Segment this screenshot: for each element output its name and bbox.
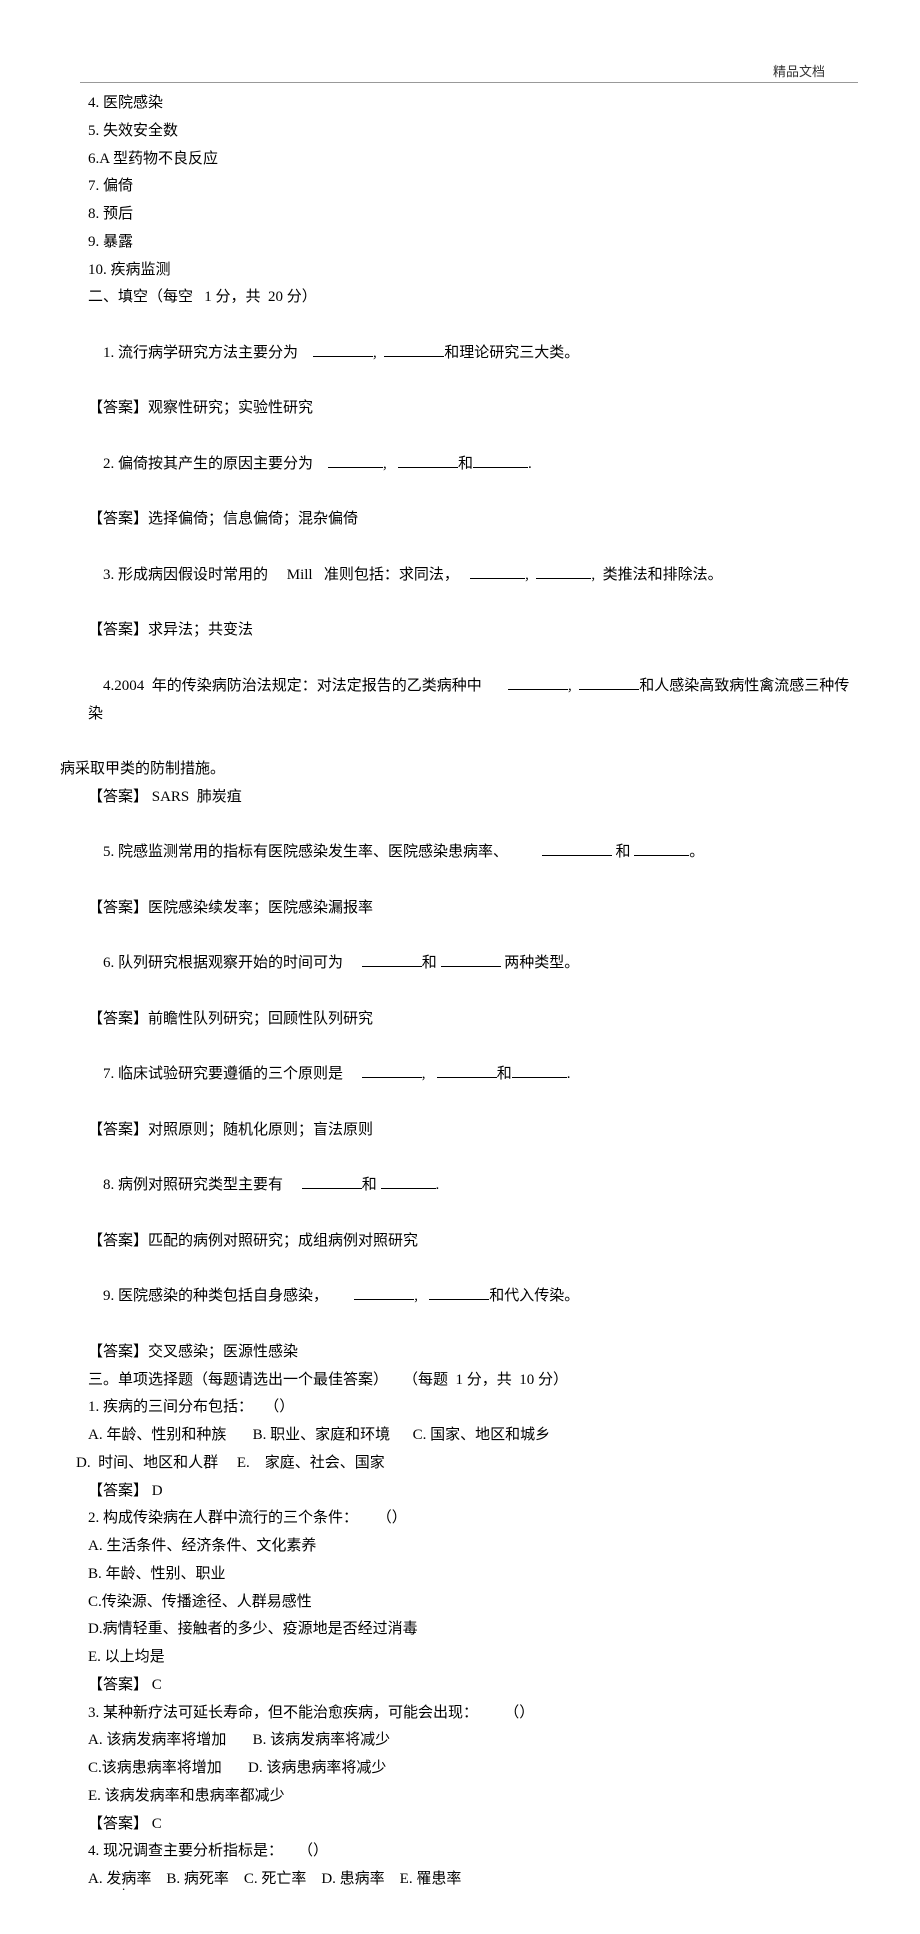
s3-a2: 【答案】 C bbox=[88, 1672, 860, 1700]
text: . bbox=[528, 456, 532, 472]
s3-q4-opts: A. 发病率 B. 病死率 C. 死亡率 D. 患病率 E. 罹患率 bbox=[88, 1866, 860, 1894]
text: , bbox=[414, 1288, 429, 1304]
s2-q1: 1. 流行病学研究方法主要分为 , 和理论研究三大类。 bbox=[88, 312, 860, 395]
s3-q2: 2. 构成传染病在人群中流行的三个条件： （） bbox=[88, 1505, 860, 1533]
q7: 7. 偏倚 bbox=[88, 173, 860, 201]
header-rule bbox=[80, 82, 858, 83]
s3-q2-b: B. 年龄、性别、职业 bbox=[88, 1561, 860, 1589]
blank bbox=[362, 1063, 422, 1078]
text: 和 bbox=[362, 1177, 381, 1193]
s2-q9: 9. 医院感染的种类包括自身感染， , 和代入传染。 bbox=[88, 1256, 860, 1339]
blank bbox=[384, 342, 444, 357]
q4: 4. 医院感染 bbox=[88, 90, 860, 118]
text: 和 bbox=[497, 1066, 512, 1082]
section-2-title: 二、填空（每空 1 分，共 20 分） bbox=[88, 284, 860, 312]
s2-q4: 4.2004 年的传染病防治法规定：对法定报告的乙类病种中 , 和人感染高致病性… bbox=[88, 645, 860, 756]
text: 8. 病例对照研究类型主要有 bbox=[103, 1177, 302, 1193]
s3-a3: 【答案】 C bbox=[88, 1811, 860, 1839]
s2-q7: 7. 临床试验研究要遵循的三个原则是 , 和. bbox=[88, 1034, 860, 1117]
text: 7. 临床试验研究要遵循的三个原则是 bbox=[103, 1066, 362, 1082]
s2-a7: 【答案】对照原则；随机化原则；盲法原则 bbox=[88, 1117, 860, 1145]
s2-a1: 【答案】观察性研究；实验性研究 bbox=[88, 395, 860, 423]
s3-q2-d: D.病情轻重、接触者的多少、疫源地是否经过消毒 bbox=[88, 1616, 860, 1644]
text: . bbox=[436, 1177, 440, 1193]
s2-q3: 3. 形成病因假设时常用的 Mill 准则包括：求同法， , , 类推法和排除法… bbox=[88, 534, 860, 617]
s3-q3-e: E. 该病发病率和患病率都减少 bbox=[88, 1783, 860, 1811]
text: , bbox=[525, 567, 536, 583]
q8: 8. 预后 bbox=[88, 201, 860, 229]
s2-a5: 【答案】医院感染续发率；医院感染漏报率 bbox=[88, 895, 860, 923]
blank bbox=[313, 342, 373, 357]
text: , bbox=[383, 456, 398, 472]
s2-a4: 【答案】 SARS 肺炭疽 bbox=[88, 784, 860, 812]
text: 1. 流行病学研究方法主要分为 bbox=[103, 345, 313, 361]
s3-q2-c: C.传染源、传播途径、人群易感性 bbox=[88, 1589, 860, 1617]
s3-q2-a: A. 生活条件、经济条件、文化素养 bbox=[88, 1533, 860, 1561]
s2-a6: 【答案】前瞻性队列研究；回顾性队列研究 bbox=[88, 1006, 860, 1034]
blank bbox=[441, 952, 501, 967]
s3-q1-opts2: D. 时间、地区和人群 E. 家庭、社会、国家 bbox=[76, 1450, 860, 1478]
q6: 6.A 型药物不良反应 bbox=[88, 146, 860, 174]
s2-q2: 2. 偏倚按其产生的原因主要分为 , 和. bbox=[88, 423, 860, 506]
text: 6. 队列研究根据观察开始的时间可为 bbox=[103, 955, 362, 971]
s3-q2-e: E. 以上均是 bbox=[88, 1644, 860, 1672]
s2-a2: 【答案】选择偏倚；信息偏倚；混杂偏倚 bbox=[88, 506, 860, 534]
text: 4.2004 年的传染病防治法规定：对法定报告的乙类病种中 bbox=[103, 678, 508, 694]
text: 5. 院感监测常用的指标有医院感染发生率、医院感染患病率、 bbox=[103, 844, 542, 860]
text: , bbox=[568, 678, 579, 694]
blank bbox=[398, 453, 458, 468]
text: 2. 偏倚按其产生的原因主要分为 bbox=[103, 456, 328, 472]
blank bbox=[362, 952, 422, 967]
blank bbox=[579, 675, 639, 690]
text: 两种类型。 bbox=[501, 955, 580, 971]
footer-dot: . bbox=[122, 1874, 125, 1898]
text: 和 bbox=[458, 456, 473, 472]
blank bbox=[328, 453, 383, 468]
blank bbox=[381, 1174, 436, 1189]
s2-q5: 5. 院感监测常用的指标有医院感染发生率、医院感染患病率、 和 。 bbox=[88, 812, 860, 895]
text: 和 bbox=[422, 955, 441, 971]
s3-q3-cd: C.该病患病率将增加 D. 该病患病率将减少 bbox=[88, 1755, 860, 1783]
q10: 10. 疾病监测 bbox=[88, 257, 860, 285]
s2-q4-cont: 病采取甲类的防制措施。 bbox=[60, 756, 860, 784]
text: . bbox=[567, 1066, 571, 1082]
s3-q1: 1. 疾病的三间分布包括： （） bbox=[88, 1394, 860, 1422]
s2-a8: 【答案】匹配的病例对照研究；成组病例对照研究 bbox=[88, 1228, 860, 1256]
doc-body: 4. 医院感染 5. 失效安全数 6.A 型药物不良反应 7. 偏倚 8. 预后… bbox=[60, 90, 860, 1894]
text: 。 bbox=[689, 844, 704, 860]
s3-q1-opts1: A. 年龄、性别和种族 B. 职业、家庭和环境 C. 国家、地区和城乡 bbox=[88, 1422, 860, 1450]
q5: 5. 失效安全数 bbox=[88, 118, 860, 146]
s2-q8: 8. 病例对照研究类型主要有 和 . bbox=[88, 1145, 860, 1228]
blank bbox=[508, 675, 568, 690]
s3-q3: 3. 某种新疗法可延长寿命，但不能治愈疾病，可能会出现： （） bbox=[88, 1700, 860, 1728]
text: 和理论研究三大类。 bbox=[444, 345, 579, 361]
blank bbox=[542, 841, 612, 856]
blank bbox=[512, 1063, 567, 1078]
q9: 9. 暴露 bbox=[88, 229, 860, 257]
text: , bbox=[422, 1066, 437, 1082]
s3-q4: 4. 现况调查主要分析指标是： （） bbox=[88, 1838, 860, 1866]
text: 9. 医院感染的种类包括自身感染， bbox=[103, 1288, 354, 1304]
blank bbox=[470, 564, 525, 579]
section-3-title: 三。单项选择题（每题请选出一个最佳答案） （每题 1 分，共 10 分） bbox=[88, 1367, 860, 1395]
blank bbox=[634, 841, 689, 856]
text: , bbox=[373, 345, 384, 361]
blank bbox=[437, 1063, 497, 1078]
blank bbox=[354, 1285, 414, 1300]
text: 和 bbox=[612, 844, 635, 860]
header-label: 精品文档 bbox=[773, 60, 825, 84]
text: , 类推法和排除法。 bbox=[591, 567, 722, 583]
blank bbox=[302, 1174, 362, 1189]
s3-a1: 【答案】 D bbox=[88, 1478, 860, 1506]
text: 3. 形成病因假设时常用的 Mill 准则包括：求同法， bbox=[103, 567, 470, 583]
s2-a3: 【答案】求异法；共变法 bbox=[88, 617, 860, 645]
s3-q3-ab: A. 该病发病率将增加 B. 该病发病率将减少 bbox=[88, 1727, 860, 1755]
blank bbox=[429, 1285, 489, 1300]
blank bbox=[473, 453, 528, 468]
text: 和代入传染。 bbox=[489, 1288, 579, 1304]
blank bbox=[536, 564, 591, 579]
s2-q6: 6. 队列研究根据观察开始的时间可为 和 两种类型。 bbox=[88, 923, 860, 1006]
s2-a9: 【答案】交叉感染；医源性感染 bbox=[88, 1339, 860, 1367]
